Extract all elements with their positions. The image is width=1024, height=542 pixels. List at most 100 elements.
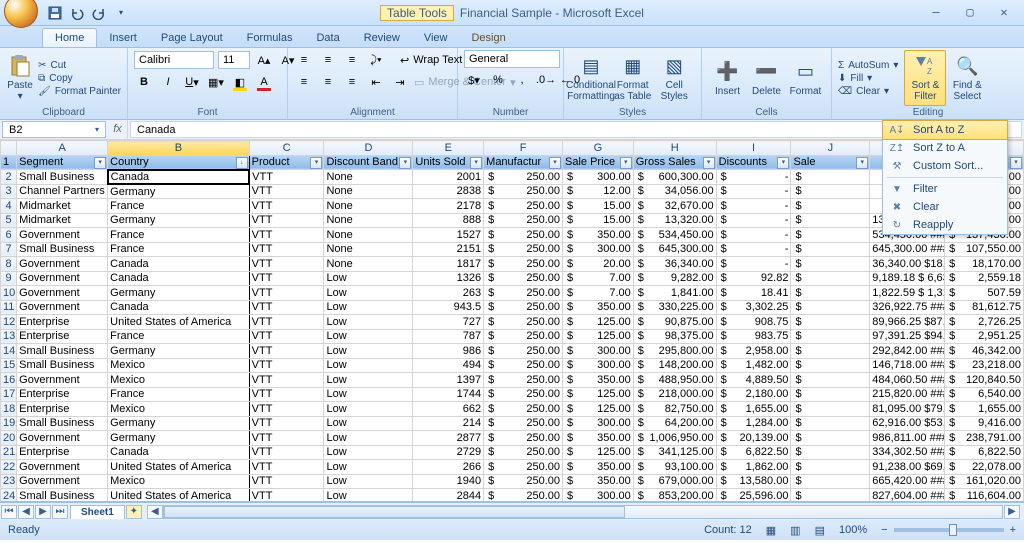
cell[interactable]: 64,200.00 <box>633 416 716 431</box>
cell[interactable]: 295,800.00 <box>633 344 716 359</box>
cell[interactable]: VTT <box>249 300 324 315</box>
menu-item-sort-z-to-a[interactable]: Z↥Sort Z to A <box>883 139 1007 157</box>
align-right-icon[interactable]: ≡ <box>342 72 362 92</box>
col-header-H[interactable]: H <box>633 141 716 156</box>
cell[interactable]: Channel Partners <box>17 184 108 199</box>
cell[interactable]: Germany <box>108 416 250 431</box>
cell[interactable]: 350.00 <box>563 431 634 446</box>
name-box[interactable]: B2▾ <box>2 121 106 138</box>
cell[interactable]: VTT <box>249 344 324 359</box>
cell[interactable]: VTT <box>249 199 324 214</box>
filter-dropdown-icon[interactable]: ▾ <box>620 157 632 169</box>
cell[interactable]: Government <box>17 286 108 301</box>
cell[interactable]: Canada <box>108 445 250 460</box>
cell[interactable]: 250.00 <box>484 445 563 460</box>
row-header[interactable]: 22 <box>1 460 17 475</box>
cell[interactable]: 15.00 <box>563 199 634 214</box>
cell[interactable]: Small Business <box>17 489 108 503</box>
cell[interactable]: 6,822.50 <box>716 445 791 460</box>
filter-dropdown-icon[interactable]: ▾ <box>94 157 106 169</box>
row-header[interactable]: 23 <box>1 474 17 489</box>
cell[interactable]: Low <box>324 445 413 460</box>
menu-item-clear[interactable]: ✖Clear <box>883 198 1007 216</box>
cell[interactable]: 22,078.00 <box>945 460 1024 475</box>
cell[interactable]: 36,340.00 <box>633 257 716 272</box>
cell[interactable]: 62,916.00 $53,500.00 <box>870 416 945 431</box>
cell[interactable]: 827,604.00 ######## <box>870 489 945 503</box>
cell[interactable]: 250.00 <box>484 170 563 185</box>
cell[interactable]: None <box>324 199 413 214</box>
cell[interactable]: 250.00 <box>484 300 563 315</box>
maximize-button[interactable]: ▢ <box>956 6 984 20</box>
cell[interactable]: Enterprise <box>17 445 108 460</box>
cell[interactable]: 214 <box>413 416 484 431</box>
col-header-C[interactable]: C <box>249 141 324 156</box>
cell[interactable]: 350.00 <box>563 460 634 475</box>
cell[interactable]: 2151 <box>413 242 484 257</box>
cell[interactable]: 986,811.00 ######## <box>870 431 945 446</box>
cell[interactable]: 2838 <box>413 184 484 199</box>
new-sheet-button[interactable]: ✦ <box>126 505 142 519</box>
cell[interactable]: Low <box>324 402 413 417</box>
column-filter-product[interactable]: Product▾ <box>249 155 324 170</box>
underline-button[interactable]: U▾ <box>182 72 202 92</box>
cell[interactable]: 90,875.00 <box>633 315 716 330</box>
fx-icon[interactable]: fx <box>108 120 128 139</box>
cell[interactable]: 250.00 <box>484 373 563 388</box>
cell[interactable]: 507.59 <box>945 286 1024 301</box>
row-header[interactable]: 11 <box>1 300 17 315</box>
cell[interactable]: Low <box>324 329 413 344</box>
cell[interactable]: 1397 <box>413 373 484 388</box>
cell[interactable]: 20,139.00 <box>716 431 791 446</box>
indent-inc-icon[interactable]: ⇥ <box>390 72 410 92</box>
orientation-icon[interactable]: ⤸▾ <box>366 50 386 70</box>
col-header-A[interactable]: A <box>17 141 108 156</box>
cell[interactable]: Mexico <box>108 402 250 417</box>
cell[interactable]: - <box>716 242 791 257</box>
row-header[interactable]: 18 <box>1 402 17 417</box>
cell[interactable]: 250.00 <box>484 416 563 431</box>
cell[interactable]: 125.00 <box>563 445 634 460</box>
cell[interactable] <box>791 344 870 359</box>
cell[interactable]: 300.00 <box>563 344 634 359</box>
cell[interactable] <box>791 300 870 315</box>
cell[interactable]: 46,342.00 <box>945 344 1024 359</box>
row-header[interactable]: 3 <box>1 184 17 199</box>
sheet-tab[interactable]: Sheet1 <box>70 505 125 519</box>
cell[interactable]: Low <box>324 474 413 489</box>
cell[interactable]: Small Business <box>17 170 108 185</box>
cell[interactable] <box>791 242 870 257</box>
minimize-button[interactable]: — <box>922 6 950 20</box>
cell[interactable]: 250.00 <box>484 199 563 214</box>
cell[interactable]: 300.00 <box>563 489 634 503</box>
number-format-select[interactable] <box>464 50 560 68</box>
cell[interactable]: 32,670.00 <box>633 199 716 214</box>
row-header[interactable]: 19 <box>1 416 17 431</box>
menu-item-custom-sort-[interactable]: ⚒Custom Sort... <box>883 157 1007 175</box>
zoom-level[interactable]: 100% <box>839 524 867 536</box>
cell[interactable] <box>791 199 870 214</box>
cell[interactable]: Small Business <box>17 358 108 373</box>
col-header-D[interactable]: D <box>324 141 413 156</box>
cell[interactable]: 3,302.25 <box>716 300 791 315</box>
cell[interactable]: 6,822.50 <box>945 445 1024 460</box>
cell[interactable]: 250.00 <box>484 213 563 228</box>
cell[interactable]: 23,218.00 <box>945 358 1024 373</box>
cell[interactable]: 250.00 <box>484 387 563 402</box>
scroll-left-icon[interactable]: ◀ <box>147 505 163 519</box>
cell[interactable] <box>791 315 870 330</box>
cell[interactable]: 4,889.50 <box>716 373 791 388</box>
cell[interactable]: Germany <box>108 431 250 446</box>
cell[interactable]: VTT <box>249 170 324 185</box>
cell[interactable]: 116,604.00 <box>945 489 1024 503</box>
row-header[interactable]: 17 <box>1 387 17 402</box>
cell[interactable]: 9,282.00 <box>633 271 716 286</box>
col-header-B[interactable]: B <box>108 141 250 156</box>
cell[interactable]: 250.00 <box>484 431 563 446</box>
cell[interactable]: 18.41 <box>716 286 791 301</box>
cell[interactable]: 1940 <box>413 474 484 489</box>
cell[interactable]: France <box>108 242 250 257</box>
paste-button[interactable]: Paste ▾ <box>6 50 34 106</box>
qat-more-icon[interactable]: ▾ <box>112 4 130 22</box>
cell[interactable]: Low <box>324 416 413 431</box>
